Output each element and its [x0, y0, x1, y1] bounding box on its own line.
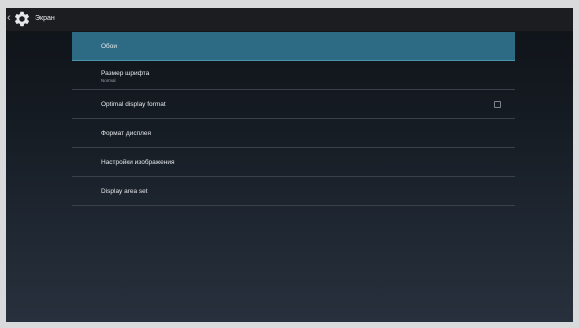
display-settings-screen: ‹ Экран Обои Размер шрифта Normal Optima…: [6, 8, 573, 322]
item-summary: Normal: [101, 78, 116, 83]
item-label: Обои: [101, 43, 118, 50]
settings-item-display-area-set[interactable]: Display area set: [72, 177, 515, 206]
settings-item-font-size[interactable]: Размер шрифта Normal: [72, 61, 515, 90]
action-bar: ‹ Экран: [6, 8, 573, 31]
back-chevron-icon[interactable]: ‹: [7, 11, 11, 25]
item-label: Настройки изображения: [101, 159, 175, 166]
gear-icon[interactable]: [13, 10, 31, 28]
screen-title: Экран: [35, 15, 55, 22]
item-label: Размер шрифта: [101, 70, 150, 77]
settings-item-optimal-display-format[interactable]: Optimal display format: [72, 90, 515, 119]
settings-item-picture-settings[interactable]: Настройки изображения: [72, 148, 515, 177]
item-label: Формат дисплея: [101, 130, 152, 137]
settings-item-wallpaper[interactable]: Обои: [72, 32, 515, 61]
settings-list: Обои Размер шрифта Normal Optimal displa…: [72, 32, 515, 206]
optimal-format-checkbox[interactable]: [494, 101, 501, 108]
item-label: Optimal display format: [101, 101, 166, 108]
settings-item-display-format[interactable]: Формат дисплея: [72, 119, 515, 148]
item-label: Display area set: [101, 188, 148, 195]
